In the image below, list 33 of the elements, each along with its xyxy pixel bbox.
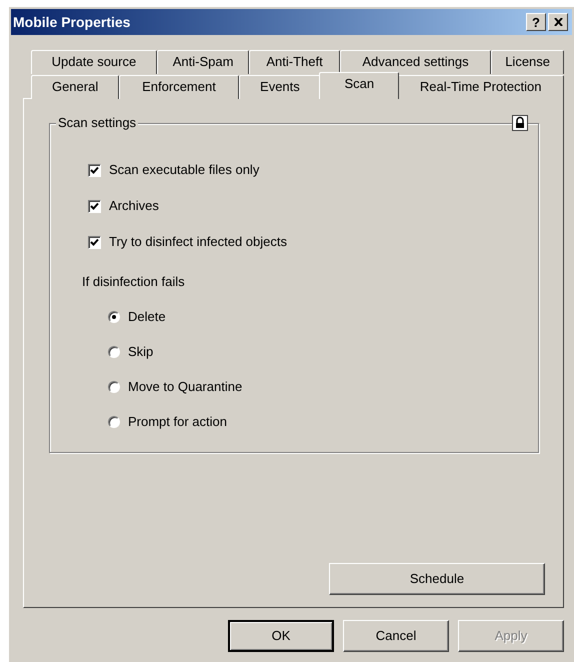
tab[interactable]: Events <box>238 75 322 99</box>
radio-button[interactable] <box>108 310 120 322</box>
checkbox-label: Scan executable files only <box>109 162 260 178</box>
radio-button[interactable] <box>108 380 120 392</box>
help-button[interactable]: ? <box>526 13 546 31</box>
tab[interactable]: Scan <box>319 72 400 99</box>
schedule-button[interactable]: Schedule <box>329 563 545 595</box>
radio-label: Skip <box>128 344 154 360</box>
tab[interactable]: General <box>31 75 120 99</box>
close-icon <box>554 18 562 26</box>
dialog-button[interactable]: OK <box>228 620 334 652</box>
window-title: Mobile Properties <box>13 12 132 32</box>
tab[interactable]: Enforcement <box>119 75 239 99</box>
tab[interactable]: Anti-Theft <box>249 50 340 74</box>
checkbox-label: Try to disinfect infected objects <box>109 234 287 250</box>
tab[interactable]: Anti-Spam <box>156 50 250 74</box>
group-title: Scan settings <box>56 115 138 131</box>
checkbox[interactable] <box>88 236 101 248</box>
tab[interactable]: Real-Time Protection <box>397 75 564 99</box>
radio-button[interactable] <box>108 346 120 358</box>
tab[interactable]: License <box>491 50 564 74</box>
radio-label: Prompt for action <box>128 414 227 430</box>
close-button[interactable] <box>548 13 568 31</box>
radio-group-label: If disinfection fails <box>82 273 186 291</box>
checkbox[interactable] <box>88 164 101 176</box>
tab[interactable]: Update source <box>31 50 157 74</box>
checkbox-label: Archives <box>109 198 159 214</box>
tab[interactable]: Advanced settings <box>340 50 492 74</box>
dialog-button[interactable]: Cancel <box>343 620 449 652</box>
checkbox[interactable] <box>88 200 101 212</box>
radio-label: Move to Quarantine <box>128 378 242 394</box>
radio-label: Delete <box>128 308 166 324</box>
radio-button[interactable] <box>108 416 120 428</box>
